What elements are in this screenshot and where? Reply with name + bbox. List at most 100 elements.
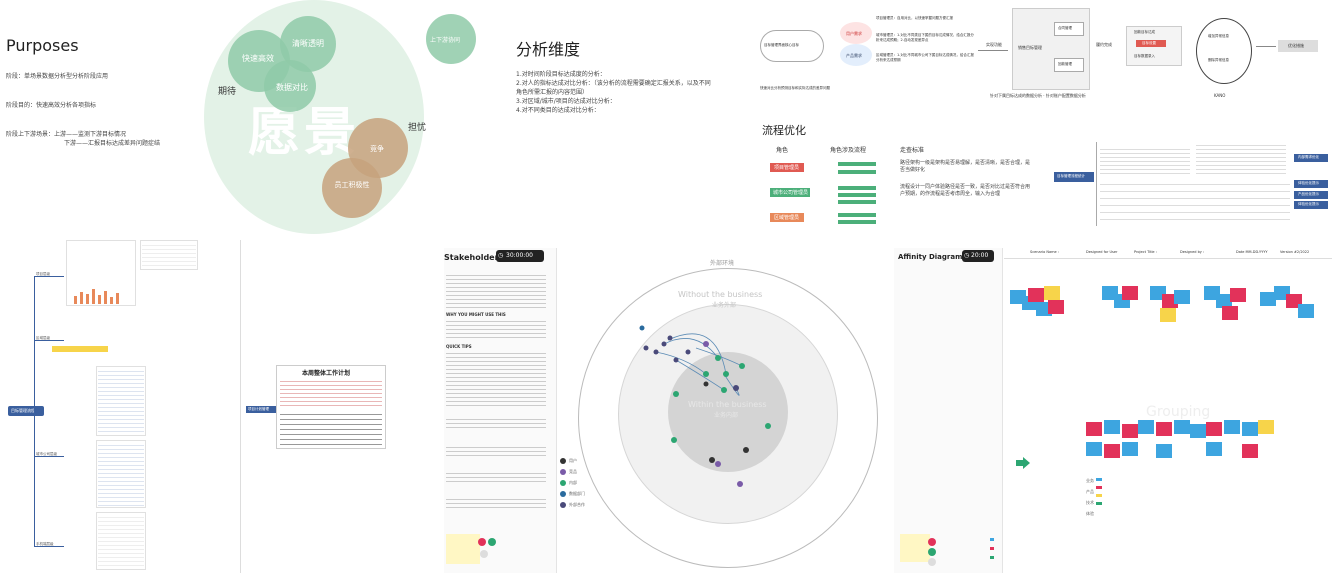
stakeholder-text-6 [446,470,546,484]
mini-legend-3 [990,556,994,559]
flow-proc-3a [838,213,876,217]
affinity-arrow-icon [1016,454,1030,469]
sticky-note[interactable] [1156,444,1172,458]
flow-right-tag-1-label: 内部需求优化 [1298,155,1319,159]
flow-title: 流程优化 [762,124,806,137]
work-plan-text [280,378,382,406]
sticky-note[interactable] [1086,442,1102,456]
sticky-note[interactable] [1122,286,1138,300]
affinity-field-2: Designed for User [1086,250,1118,254]
legend-item-5: 外部合作 [560,502,620,508]
kano-note-2: 城市管理员：1.对比不同类目下属的目标达成情况，给合汇报分析来达成预期；2.自动… [876,33,974,42]
flow-header-standard: 走查标准 [900,147,925,154]
affinity-timer-label: 20:00 [971,252,989,259]
sticky-note[interactable] [1160,308,1176,322]
flow-proc-1a [838,162,876,166]
mindmap-branch-2[interactable]: 区域层级 [36,336,50,341]
kano-note-1: 项目管理员：自用对比，以快速掌握问题方便汇报 [876,16,953,20]
label-qidai: 期待 [218,87,237,97]
sticky-note[interactable] [1104,444,1120,458]
mindmap-divider [240,240,241,573]
sticky-note[interactable] [1156,422,1172,436]
flow-right-tag-4-label: 体验优化提示 [1298,202,1319,206]
sticky-note[interactable] [1224,420,1240,434]
affinity-legend-swatch-1 [1096,478,1102,481]
legend-dot-2 [560,469,566,475]
affinity-green-dot [928,548,936,556]
mindmap-right-tag-label: 项目计划管理 [248,407,269,411]
kano-sub-box-2-label: 回款管理 [1058,62,1072,66]
affinity-legend-swatch-4 [1096,502,1102,505]
sticky-note[interactable] [1190,424,1206,438]
flow-proc-2a [838,186,876,190]
kano-notes: 项目管理员：自用对比，以快速掌握问题方便汇报 城市管理员：1.对比不同类目下属的… [876,16,976,63]
kano-bottom-note: 针对下属目标达成的数据分析 · 针对账户配置数据分析 [990,93,1086,98]
mindmap-branch-1[interactable]: 项目层级 [36,272,50,277]
kano-chain-3: 目标数据录入 [1134,54,1155,58]
kano-sub-box-1-label: 合同管理 [1058,26,1072,30]
sticky-group-bottom [1086,420,1286,486]
dims-item-3: 角色所需汇报的内容范围） [516,89,589,96]
legend-item-2: 竞品 [560,469,620,475]
sticky-note[interactable] [1044,286,1060,300]
purposes-line-4: 下游——汇报目标达成差异问题症结 [64,140,161,147]
affinity-note [900,534,930,562]
sticky-group-top [1010,286,1330,346]
canvas-board: Purposes 阶段：单场景数据分析型分析阶段应用 阶段目的：快速高效分析各项… [0,0,1335,573]
affinity-legend-left: 业务 产品 技术 体验 [1086,478,1126,517]
flow-standard-2: 流程设计一同户体验路径是否一致，是否对比过是否符合用户预期，的作流程是否考虑周全… [900,184,1031,197]
work-plan-title: 本周整体工作计划 [302,370,351,377]
label-danyou: 担忧 [408,123,427,133]
legend-label-1: 用户 [569,458,577,463]
legend-label-3: 内部 [569,480,577,485]
affinity-top-divider [1004,258,1332,259]
mindmap-branch-3[interactable]: 城市公司层级 [36,452,57,457]
stakeholder-legend: 用户 竞品 内部 数据部门 外部合作 [560,458,620,513]
mindmap-card-2-lines [142,242,196,268]
kano-bubble-product-label: 产品需求 [846,53,862,58]
sticky-note[interactable] [1242,444,1258,458]
flow-proc-2b [838,193,876,197]
legend-label-2: 竞品 [569,469,577,474]
kano-right-item-2: 删除异常信息 [1208,58,1229,62]
sticky-note[interactable] [1048,300,1064,314]
affinity-grey-dot [928,558,936,566]
mindmap-branch-4[interactable]: 手机端层级 [36,542,54,547]
sticky-note[interactable] [1206,442,1222,456]
sticky-note[interactable] [1242,422,1258,436]
stakeholder-red-dot [478,538,486,546]
stakeholder-text-2 [446,318,546,340]
sticky-note[interactable] [1298,304,1314,318]
sticky-note[interactable] [1138,420,1154,434]
sticky-note[interactable] [1258,420,1274,434]
affinity-legend-2: 产品 [1086,489,1094,494]
sticky-note[interactable] [1174,290,1190,304]
affinity-field-6: Version #2/2022 [1280,250,1310,254]
dims-item-4: 3.对区域/城市/项目的达成对比分析： [516,98,616,105]
legend-dot-4 [560,491,566,497]
flow-header-process: 角色涉及流程 [830,147,867,154]
legend-item-1: 用户 [560,458,620,464]
timer-icon: ◷ [498,252,504,259]
sticky-note[interactable] [1230,288,1246,302]
affinity-timer-icon: ◷ [964,252,970,259]
circle-xietong-label: 上下游协同 [430,37,461,44]
sticky-note[interactable] [1206,422,1222,436]
mindmap-trunk [34,276,35,546]
sticky-note[interactable] [1174,420,1190,434]
sticky-note[interactable] [1122,424,1138,438]
sticky-note[interactable] [1028,288,1044,302]
kano-left-note: 快速对比分析预测目标和实际达成的差异问题 [760,86,830,90]
kano-right-item-1: 增加异常信息 [1208,34,1229,38]
stakeholder-text-4 [446,416,546,430]
stakeholder-text-5 [446,444,546,458]
affinity-field-5: Date MM-DD-YYYY [1236,250,1268,254]
sticky-note[interactable] [1104,420,1120,434]
sticky-note[interactable] [1222,306,1238,320]
stakeholder-links [639,325,771,487]
kano-arrow-label: 实现功能 [986,42,1002,47]
sticky-note[interactable] [1122,442,1138,456]
sticky-note[interactable] [1086,422,1102,436]
kano-note-3: 区域管理员：1.对比不同城市公司下属目标达成情况，给合汇报分析来达成预期 [876,53,974,62]
flow-role-3-label: 区域管理员 [774,215,800,221]
